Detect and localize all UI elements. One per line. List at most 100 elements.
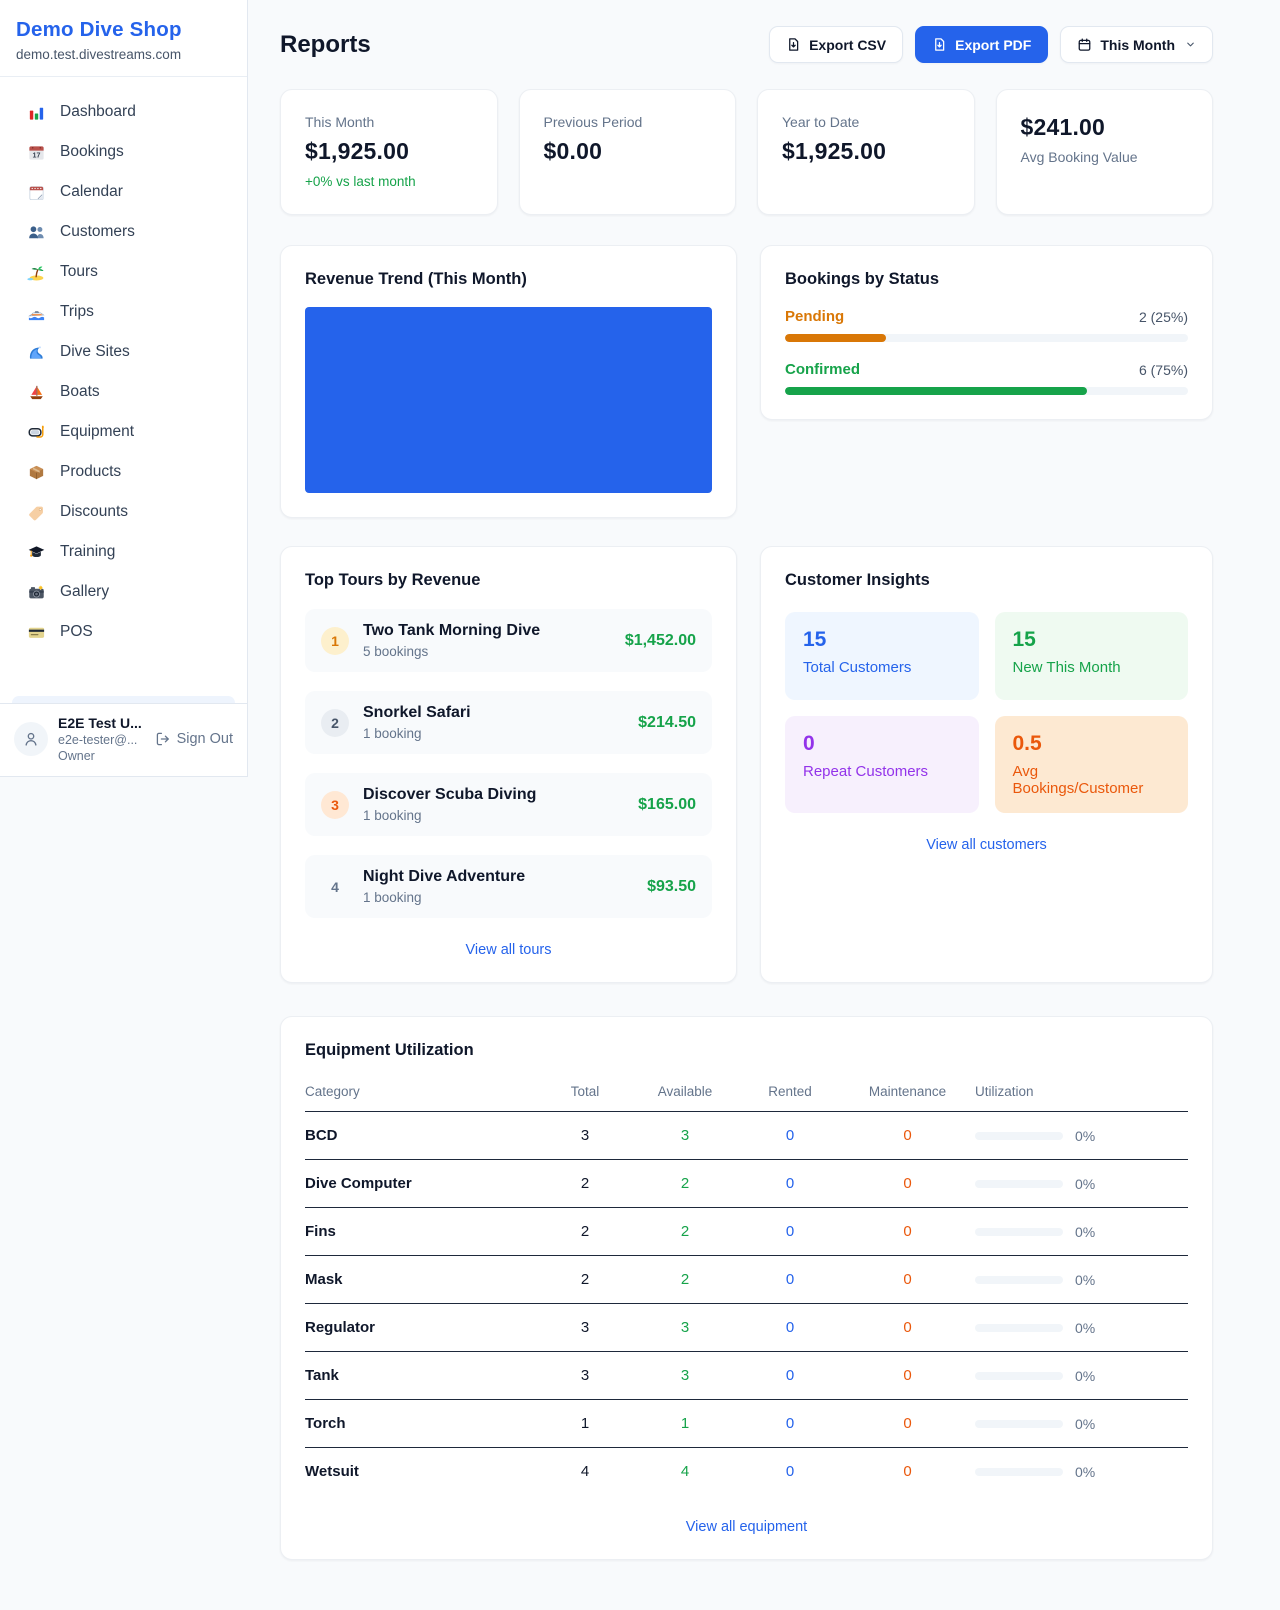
page-title: Reports	[280, 31, 371, 59]
sidebar-item-discounts[interactable]: Discounts	[12, 492, 235, 532]
top-tours-title: Top Tours by Revenue	[305, 571, 712, 590]
stat-label: Previous Period	[544, 114, 712, 130]
sidebar-item-label: Customers	[60, 223, 135, 241]
sidebar-item-label: Boats	[60, 383, 100, 401]
view-all-equipment-link[interactable]: View all equipment	[305, 1519, 1188, 1535]
cell-category: BCD	[305, 1112, 540, 1160]
utilization-pct: 0%	[1075, 1416, 1095, 1432]
sidebar-item-label: POS	[60, 623, 93, 641]
sidebar-item-label: Gallery	[60, 583, 109, 601]
insight-tile-avg-bookings: 0.5 Avg Bookings/Customer	[995, 716, 1189, 813]
view-all-customers-link[interactable]: View all customers	[785, 837, 1188, 853]
cell-rented: 0	[740, 1256, 840, 1304]
table-row: Tank 3 3 0 0 0%	[305, 1352, 1188, 1400]
sidebar-item-pos[interactable]: POS	[12, 612, 235, 652]
sidebar-item-boats[interactable]: Boats	[12, 372, 235, 412]
cell-total: 1	[540, 1400, 630, 1448]
sign-out-button[interactable]: Sign Out	[155, 731, 233, 747]
utilization-bar	[975, 1324, 1063, 1332]
tour-bookings: 1 booking	[363, 726, 624, 741]
tour-list-item[interactable]: 1 Two Tank Morning Dive 5 bookings $1,45…	[305, 609, 712, 672]
tour-name: Snorkel Safari	[363, 704, 624, 722]
tour-bookings: 5 bookings	[363, 644, 611, 659]
tour-name: Discover Scuba Diving	[363, 786, 624, 804]
utilization-bar	[975, 1276, 1063, 1284]
cell-utilization: 0%	[975, 1112, 1188, 1160]
sidebar-item-calendar[interactable]: Calendar	[12, 172, 235, 212]
sidebar-item-label: Products	[60, 463, 121, 481]
sidebar-item-label: Dashboard	[60, 103, 136, 121]
stat-label: This Month	[305, 114, 473, 130]
utilization-pct: 0%	[1075, 1272, 1095, 1288]
brand: Demo Dive Shop demo.test.divestreams.com	[0, 0, 247, 77]
insight-label: Repeat Customers	[803, 763, 961, 780]
cell-total: 4	[540, 1448, 630, 1496]
period-dropdown[interactable]: This Month	[1060, 26, 1213, 63]
insight-label: New This Month	[1013, 659, 1171, 676]
package-icon	[26, 462, 46, 482]
main-content: Reports Export CSV Export PDF This Month…	[248, 0, 1280, 1560]
utilization-pct: 0%	[1075, 1320, 1095, 1336]
sidebar-item-training[interactable]: Training	[12, 532, 235, 572]
stat-value: $1,925.00	[782, 138, 950, 165]
cell-category: Regulator	[305, 1304, 540, 1352]
utilization-pct: 0%	[1075, 1128, 1095, 1144]
sidebar: Demo Dive Shop demo.test.divestreams.com…	[0, 0, 248, 777]
tour-list-item[interactable]: 4 Night Dive Adventure 1 booking $93.50	[305, 855, 712, 918]
utilization-pct: 0%	[1075, 1464, 1095, 1480]
cell-utilization: 0%	[975, 1208, 1188, 1256]
sidebar-item-tours[interactable]: Tours	[12, 252, 235, 292]
sidebar-item-label: Dive Sites	[60, 343, 130, 361]
sidebar-item-label: Trips	[60, 303, 94, 321]
table-row: Mask 2 2 0 0 0%	[305, 1256, 1188, 1304]
sidebar-item-customers[interactable]: Customers	[12, 212, 235, 252]
stat-label: Avg Booking Value	[1021, 149, 1189, 165]
cell-utilization: 0%	[975, 1352, 1188, 1400]
tour-amount: $165.00	[638, 796, 696, 814]
avatar	[14, 722, 48, 756]
status-row-pending: Pending 2 (25%)	[785, 308, 1188, 342]
sidebar-item-gallery[interactable]: Gallery	[12, 572, 235, 612]
tour-amount: $214.50	[638, 714, 696, 732]
tour-name: Two Tank Morning Dive	[363, 622, 611, 640]
utilization-bar	[975, 1372, 1063, 1380]
cell-category: Wetsuit	[305, 1448, 540, 1496]
sidebar-item-dashboard[interactable]: Dashboard	[12, 92, 235, 132]
column-header-maintenance: Maintenance	[840, 1076, 975, 1112]
table-row: Regulator 3 3 0 0 0%	[305, 1304, 1188, 1352]
utilization-pct: 0%	[1075, 1224, 1095, 1240]
cell-rented: 0	[740, 1448, 840, 1496]
graduation-cap-icon	[26, 542, 46, 562]
sidebar-item-label: Equipment	[60, 423, 134, 441]
period-label: This Month	[1100, 37, 1175, 53]
sidebar-item-products[interactable]: Products	[12, 452, 235, 492]
customer-insights-title: Customer Insights	[785, 571, 1188, 590]
wave-icon	[26, 342, 46, 362]
person-icon	[22, 730, 40, 748]
rank-badge: 1	[321, 627, 349, 655]
cell-available: 3	[630, 1112, 740, 1160]
bar-chart-icon	[26, 102, 46, 122]
cell-rented: 0	[740, 1400, 840, 1448]
status-count: 6 (75%)	[1139, 362, 1188, 378]
tour-list-item[interactable]: 3 Discover Scuba Diving 1 booking $165.0…	[305, 773, 712, 836]
cell-maintenance: 0	[840, 1256, 975, 1304]
sidebar-item-label: Tours	[60, 263, 98, 281]
sidebar-item-equipment[interactable]: Equipment	[12, 412, 235, 452]
column-header-rented: Rented	[740, 1076, 840, 1112]
view-all-tours-link[interactable]: View all tours	[305, 942, 712, 958]
sidebar-item-dive-sites[interactable]: Dive Sites	[12, 332, 235, 372]
sidebar-item-partial[interactable]	[12, 696, 235, 703]
export-csv-button[interactable]: Export CSV	[769, 26, 903, 63]
status-label: Pending	[785, 308, 844, 325]
export-csv-label: Export CSV	[809, 37, 886, 53]
utilization-pct: 0%	[1075, 1368, 1095, 1384]
equipment-utilization-card: Equipment Utilization Category Total Ava…	[280, 1016, 1213, 1560]
export-pdf-button[interactable]: Export PDF	[915, 26, 1048, 63]
user-email: e2e-tester@...	[58, 733, 145, 747]
spiral-calendar-icon	[26, 182, 46, 202]
cell-available: 3	[630, 1352, 740, 1400]
sidebar-item-trips[interactable]: Trips	[12, 292, 235, 332]
tour-list-item[interactable]: 2 Snorkel Safari 1 booking $214.50	[305, 691, 712, 754]
sidebar-item-bookings[interactable]: 17 Bookings	[12, 132, 235, 172]
